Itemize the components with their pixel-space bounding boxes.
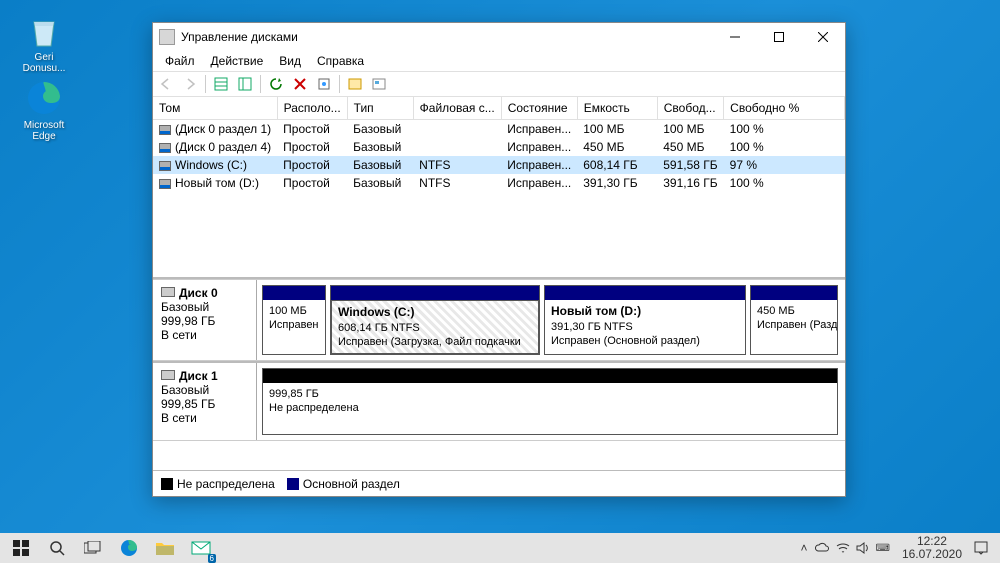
desktop-icon-label: Geri Donusu... bbox=[14, 52, 74, 74]
minimize-button[interactable] bbox=[713, 23, 757, 51]
partition-bar bbox=[751, 286, 837, 300]
desktop-icon-recycle-bin[interactable]: Geri Donusu... bbox=[14, 10, 74, 74]
start-button[interactable] bbox=[4, 533, 38, 563]
help-button[interactable] bbox=[344, 73, 366, 95]
desktop-icon-label: Microsoft Edge bbox=[14, 120, 74, 142]
volume-icon bbox=[159, 143, 171, 153]
volume-icon bbox=[159, 161, 171, 171]
disk-info: Диск 0 Базовый 999,98 ГБ В сети bbox=[153, 280, 257, 360]
legend-swatch-primary bbox=[287, 478, 299, 490]
refresh-button[interactable] bbox=[265, 73, 287, 95]
disk-graphical-pane[interactable]: Диск 0 Базовый 999,98 ГБ В сети 100 МБИс… bbox=[153, 279, 845, 470]
tray-wifi-icon[interactable] bbox=[836, 542, 850, 554]
tray-volume-icon[interactable] bbox=[856, 542, 870, 554]
mail-badge: 6 bbox=[208, 554, 216, 563]
menubar: Файл Действие Вид Справка bbox=[153, 51, 845, 71]
taskbar-explorer[interactable] bbox=[148, 533, 182, 563]
column-headers[interactable]: Том Располо... Тип Файловая с... Состоян… bbox=[153, 97, 845, 120]
close-button[interactable] bbox=[801, 23, 845, 51]
partition-bar bbox=[263, 369, 837, 383]
table-row[interactable]: Windows (C:)ПростойБазовыйNTFSИсправен..… bbox=[153, 156, 845, 174]
titlebar: Управление дисками bbox=[153, 23, 845, 51]
col-free[interactable]: Свобод... bbox=[657, 97, 723, 120]
col-capacity[interactable]: Емкость bbox=[577, 97, 657, 120]
search-button[interactable] bbox=[40, 533, 74, 563]
tray-cloud-icon[interactable] bbox=[814, 542, 830, 554]
forward-button bbox=[179, 73, 201, 95]
col-filesystem[interactable]: Файловая с... bbox=[413, 97, 501, 120]
delete-button[interactable] bbox=[289, 73, 311, 95]
menu-help[interactable]: Справка bbox=[309, 52, 372, 70]
disk-row-1[interactable]: Диск 1 Базовый 999,85 ГБ В сети 999,85 Г… bbox=[153, 361, 845, 441]
table-row[interactable]: (Диск 0 раздел 4)ПростойБазовыйИсправен.… bbox=[153, 138, 845, 156]
desktop-icon-edge[interactable]: Microsoft Edge bbox=[14, 78, 74, 142]
properties-button[interactable] bbox=[313, 73, 335, 95]
view-graphical-button[interactable] bbox=[234, 73, 256, 95]
tray-notifications-icon[interactable] bbox=[974, 541, 988, 555]
back-button bbox=[155, 73, 177, 95]
menu-file[interactable]: Файл bbox=[157, 52, 203, 70]
partition-block[interactable]: Windows (C:)608,14 ГБ NTFSИсправен (Загр… bbox=[330, 285, 540, 355]
col-type[interactable]: Тип bbox=[347, 97, 413, 120]
partition-block[interactable]: 999,85 ГБНе распределена bbox=[262, 368, 838, 435]
menu-view[interactable]: Вид bbox=[271, 52, 309, 70]
system-tray[interactable]: ˄ ⌨ 12:22 16.07.2020 bbox=[792, 535, 996, 561]
disk-info: Диск 1 Базовый 999,85 ГБ В сети bbox=[153, 363, 257, 440]
app-icon bbox=[159, 29, 175, 45]
partition-block[interactable]: 100 МБИсправен bbox=[262, 285, 326, 355]
taskbar: 6 ˄ ⌨ 12:22 16.07.2020 bbox=[0, 533, 1000, 563]
partition-body: 450 МБИсправен (Разд bbox=[751, 300, 837, 354]
taskbar-edge[interactable] bbox=[112, 533, 146, 563]
volume-icon bbox=[159, 179, 171, 189]
partition-bar bbox=[263, 286, 325, 300]
legend: Не распределена Основной раздел bbox=[153, 470, 845, 496]
taskbar-mail[interactable]: 6 bbox=[184, 533, 218, 563]
partition-bar bbox=[331, 286, 539, 300]
col-volume[interactable]: Том bbox=[153, 97, 277, 120]
table-row[interactable]: Новый том (D:)ПростойБазовыйNTFSИсправен… bbox=[153, 174, 845, 192]
legend-swatch-unallocated bbox=[161, 478, 173, 490]
partition-block[interactable]: 450 МБИсправен (Разд bbox=[750, 285, 838, 355]
toolbar bbox=[153, 71, 845, 97]
disk-icon bbox=[161, 287, 175, 297]
tray-language-icon[interactable]: ⌨ bbox=[876, 543, 890, 554]
partition-body: Windows (C:)608,14 ГБ NTFSИсправен (Загр… bbox=[331, 300, 539, 354]
maximize-button[interactable] bbox=[757, 23, 801, 51]
volume-icon bbox=[159, 125, 171, 135]
disk-row-0[interactable]: Диск 0 Базовый 999,98 ГБ В сети 100 МБИс… bbox=[153, 280, 845, 361]
partition-body: Новый том (D:)391,30 ГБ NTFSИсправен (Ос… bbox=[545, 300, 745, 354]
table-row[interactable]: (Диск 0 раздел 1)ПростойБазовыйИсправен.… bbox=[153, 120, 845, 139]
partition-body: 999,85 ГБНе распределена bbox=[263, 383, 837, 434]
edge-icon bbox=[24, 78, 64, 118]
window-title: Управление дисками bbox=[181, 30, 713, 44]
col-layout[interactable]: Располо... bbox=[277, 97, 347, 120]
settings-button[interactable] bbox=[368, 73, 390, 95]
menu-action[interactable]: Действие bbox=[203, 52, 272, 70]
volume-list[interactable]: Том Располо... Тип Файловая с... Состоян… bbox=[153, 97, 845, 279]
view-list-button[interactable] bbox=[210, 73, 232, 95]
tray-clock[interactable]: 12:22 16.07.2020 bbox=[896, 535, 968, 561]
recycle-bin-icon bbox=[24, 10, 64, 50]
task-view-button[interactable] bbox=[76, 533, 110, 563]
partition-block[interactable]: Новый том (D:)391,30 ГБ NTFSИсправен (Ос… bbox=[544, 285, 746, 355]
partition-bar bbox=[545, 286, 745, 300]
col-status[interactable]: Состояние bbox=[501, 97, 577, 120]
partition-body: 100 МБИсправен bbox=[263, 300, 325, 354]
disk-management-window: Управление дисками Файл Действие Вид Спр… bbox=[152, 22, 846, 497]
disk-icon bbox=[161, 370, 175, 380]
tray-chevron-icon[interactable]: ˄ bbox=[800, 541, 807, 555]
col-freepct[interactable]: Свободно % bbox=[724, 97, 845, 120]
